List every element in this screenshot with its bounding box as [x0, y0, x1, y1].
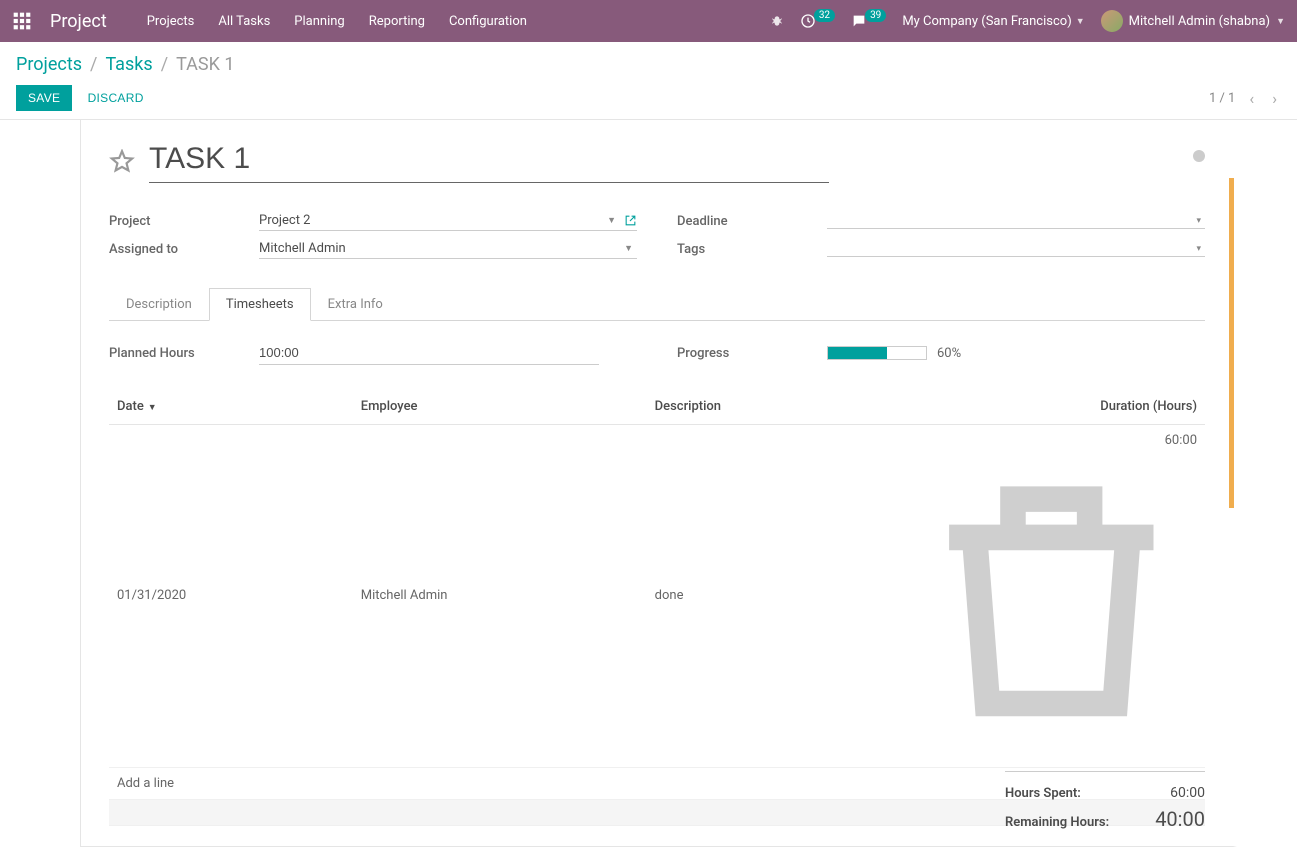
company-selector[interactable]: My Company (San Francisco) ▼ — [902, 14, 1084, 29]
tab-timesheets[interactable]: Timesheets — [209, 288, 311, 321]
pager-text: 1 / 1 — [1209, 91, 1235, 106]
sort-caret-icon: ▼ — [148, 403, 157, 413]
field-deadline: Deadline ▾ — [677, 211, 1205, 231]
progress-fill — [828, 347, 887, 359]
chevron-down-icon: ▼ — [1076, 16, 1085, 27]
chevron-down-icon[interactable]: ▾ — [1192, 216, 1205, 226]
assigned-value: Mitchell Admin — [259, 241, 620, 256]
cell-description[interactable]: done — [647, 425, 883, 768]
assigned-label: Assigned to — [109, 242, 259, 257]
actions-row: Save Discard 1 / 1 ‹ › — [16, 85, 1281, 111]
field-tags: Tags ▾ — [677, 239, 1205, 259]
nav-item-configuration[interactable]: Configuration — [449, 14, 527, 29]
tabs: Description Timesheets Extra Info — [109, 287, 1205, 321]
chevron-down-icon: ▼ — [1276, 16, 1285, 27]
tab-content-timesheets: Planned Hours Progress 60% Dat — [109, 341, 1205, 826]
breadcrumb-tasks[interactable]: Tasks — [105, 54, 152, 75]
nav-right: 32 39 My Company (San Francisco) ▼ Mitch… — [770, 10, 1285, 32]
chevron-down-icon[interactable]: ▾ — [1192, 244, 1205, 254]
activity-count: 32 — [814, 9, 835, 22]
planned-row: Planned Hours Progress 60% — [109, 341, 1205, 365]
tags-input[interactable]: ▾ — [827, 242, 1205, 257]
progress-bar-wrap: 60% — [827, 346, 1205, 361]
company-name: My Company (San Francisco) — [902, 14, 1071, 29]
tab-description[interactable]: Description — [109, 288, 209, 321]
avatar — [1101, 10, 1123, 32]
deadline-label: Deadline — [677, 214, 827, 229]
tab-extra-info[interactable]: Extra Info — [311, 288, 400, 321]
planned-hours-input[interactable] — [259, 341, 599, 365]
discard-button[interactable]: Discard — [88, 91, 144, 105]
pager-next[interactable]: › — [1268, 87, 1281, 110]
trash-icon[interactable] — [898, 744, 1205, 759]
messages-count: 39 — [865, 9, 886, 22]
th-date-label: Date — [117, 399, 144, 414]
table-row[interactable]: 01/31/2020 Mitchell Admin done 60:00 — [109, 425, 1205, 768]
pager-prev[interactable]: ‹ — [1245, 87, 1258, 110]
star-icon[interactable] — [109, 149, 135, 175]
user-menu[interactable]: Mitchell Admin (shabna) ▼ — [1101, 10, 1285, 32]
user-name: Mitchell Admin (shabna) — [1129, 14, 1270, 29]
progress-text: 60% — [937, 346, 961, 361]
remaining-hours-row: Remaining Hours: 40:00 — [1005, 804, 1205, 834]
assigned-input[interactable]: Mitchell Admin ▼ — [259, 239, 637, 259]
field-project: Project Project 2 ▼ — [109, 211, 637, 231]
top-navbar: Project Projects All Tasks Planning Repo… — [0, 0, 1297, 42]
cell-duration[interactable]: 60:00 — [882, 425, 1205, 768]
tags-label: Tags — [677, 242, 827, 257]
nav-menu: Projects All Tasks Planning Reporting Co… — [147, 14, 770, 29]
hours-spent-row: Hours Spent: 60:00 — [1005, 782, 1205, 804]
nav-item-reporting[interactable]: Reporting — [369, 14, 425, 29]
th-description[interactable]: Description — [647, 389, 883, 425]
nav-item-projects[interactable]: Projects — [147, 14, 195, 29]
sheet-wrap: Project Project 2 ▼ Deadline ▾ Assigned … — [0, 120, 1297, 867]
form-sheet: Project Project 2 ▼ Deadline ▾ Assigned … — [80, 120, 1237, 847]
field-assigned: Assigned to Mitchell Admin ▼ — [109, 239, 637, 259]
hours-spent-value: 60:00 — [1170, 785, 1205, 801]
remaining-hours-value: 40:00 — [1155, 807, 1205, 831]
fields-grid: Project Project 2 ▼ Deadline ▾ Assigned … — [109, 211, 1205, 259]
task-title-input[interactable] — [149, 140, 829, 183]
cell-employee[interactable]: Mitchell Admin — [353, 425, 647, 768]
progress-bar — [827, 346, 927, 360]
pager: 1 / 1 ‹ › — [1209, 87, 1281, 110]
chevron-down-icon[interactable]: ▼ — [620, 243, 637, 254]
nav-item-all-tasks[interactable]: All Tasks — [218, 14, 270, 29]
bug-icon[interactable] — [770, 14, 784, 28]
project-value: Project 2 — [259, 213, 603, 228]
breadcrumb-sep: / — [161, 54, 168, 75]
activity-badge[interactable]: 32 — [800, 13, 835, 29]
apps-icon[interactable] — [12, 11, 32, 31]
breadcrumb-current: TASK 1 — [176, 54, 234, 75]
title-row — [109, 140, 1205, 183]
cell-date[interactable]: 01/31/2020 — [109, 425, 353, 768]
deadline-input[interactable]: ▾ — [827, 214, 1205, 229]
breadcrumb-projects[interactable]: Projects — [16, 54, 82, 75]
th-duration[interactable]: Duration (Hours) — [882, 389, 1205, 425]
cell-duration-value: 60:00 — [1165, 433, 1197, 448]
th-date[interactable]: Date ▼ — [109, 389, 353, 425]
remaining-hours-label: Remaining Hours: — [1005, 815, 1109, 830]
project-label: Project — [109, 214, 259, 229]
breadcrumb-sep: / — [90, 54, 97, 75]
external-link-icon[interactable] — [624, 214, 637, 227]
brand-title[interactable]: Project — [50, 11, 107, 32]
save-button[interactable]: Save — [16, 85, 72, 111]
planned-hours-field: Planned Hours — [109, 341, 637, 365]
progress-field: Progress 60% — [677, 341, 1205, 365]
messages-badge[interactable]: 39 — [851, 13, 886, 29]
timesheet-table: Date ▼ Employee Description Duration (Hou… — [109, 389, 1205, 826]
hours-spent-label: Hours Spent: — [1005, 786, 1081, 801]
th-employee[interactable]: Employee — [353, 389, 647, 425]
totals-box: Hours Spent: 60:00 Remaining Hours: 40:0… — [1005, 771, 1205, 834]
stage-indicator[interactable] — [1193, 150, 1205, 162]
planned-hours-label: Planned Hours — [109, 346, 259, 361]
nav-item-planning[interactable]: Planning — [294, 14, 344, 29]
project-input[interactable]: Project 2 ▼ — [259, 211, 637, 231]
chevron-down-icon[interactable]: ▼ — [603, 215, 620, 226]
breadcrumb: Projects / Tasks / TASK 1 — [16, 54, 1281, 75]
control-row: Projects / Tasks / TASK 1 Save Discard 1… — [0, 42, 1297, 120]
progress-label: Progress — [677, 346, 827, 361]
